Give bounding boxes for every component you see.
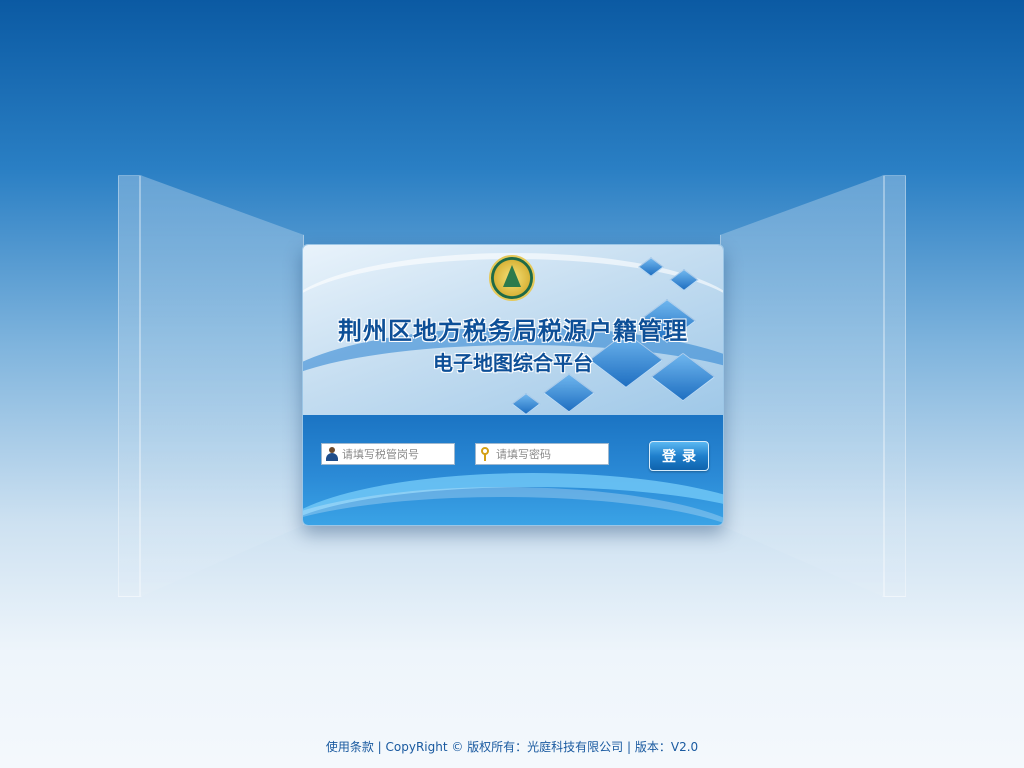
page-title: 荆州区地方税务局税源户籍管理 (338, 316, 688, 345)
user-icon (322, 444, 342, 464)
tax-emblem-logo (489, 255, 535, 301)
footer-copyright: 使用条款 | CopyRight © 版权所有：光庭科技有限公司 | 版本：V2… (325, 740, 699, 754)
login-banner: 荆州区地方税务局税源户籍管理 电子地图综合平台 (303, 245, 723, 415)
password-field (475, 443, 609, 465)
decor-panel-left-inner (140, 175, 304, 597)
key-icon (476, 444, 496, 464)
login-button[interactable]: 登录 (649, 441, 709, 471)
username-field (321, 443, 455, 465)
login-form: 登录 (303, 415, 723, 525)
decor-panel-right-outer (884, 175, 906, 597)
login-card: 荆州区地方税务局税源户籍管理 电子地图综合平台 登录 (302, 244, 724, 526)
decor-panel-right-inner (720, 175, 884, 597)
decor-panel-left-outer (118, 175, 140, 597)
password-input[interactable] (496, 447, 604, 461)
page-subtitle: 电子地图综合平台 (433, 351, 593, 375)
username-input[interactable] (342, 447, 450, 461)
